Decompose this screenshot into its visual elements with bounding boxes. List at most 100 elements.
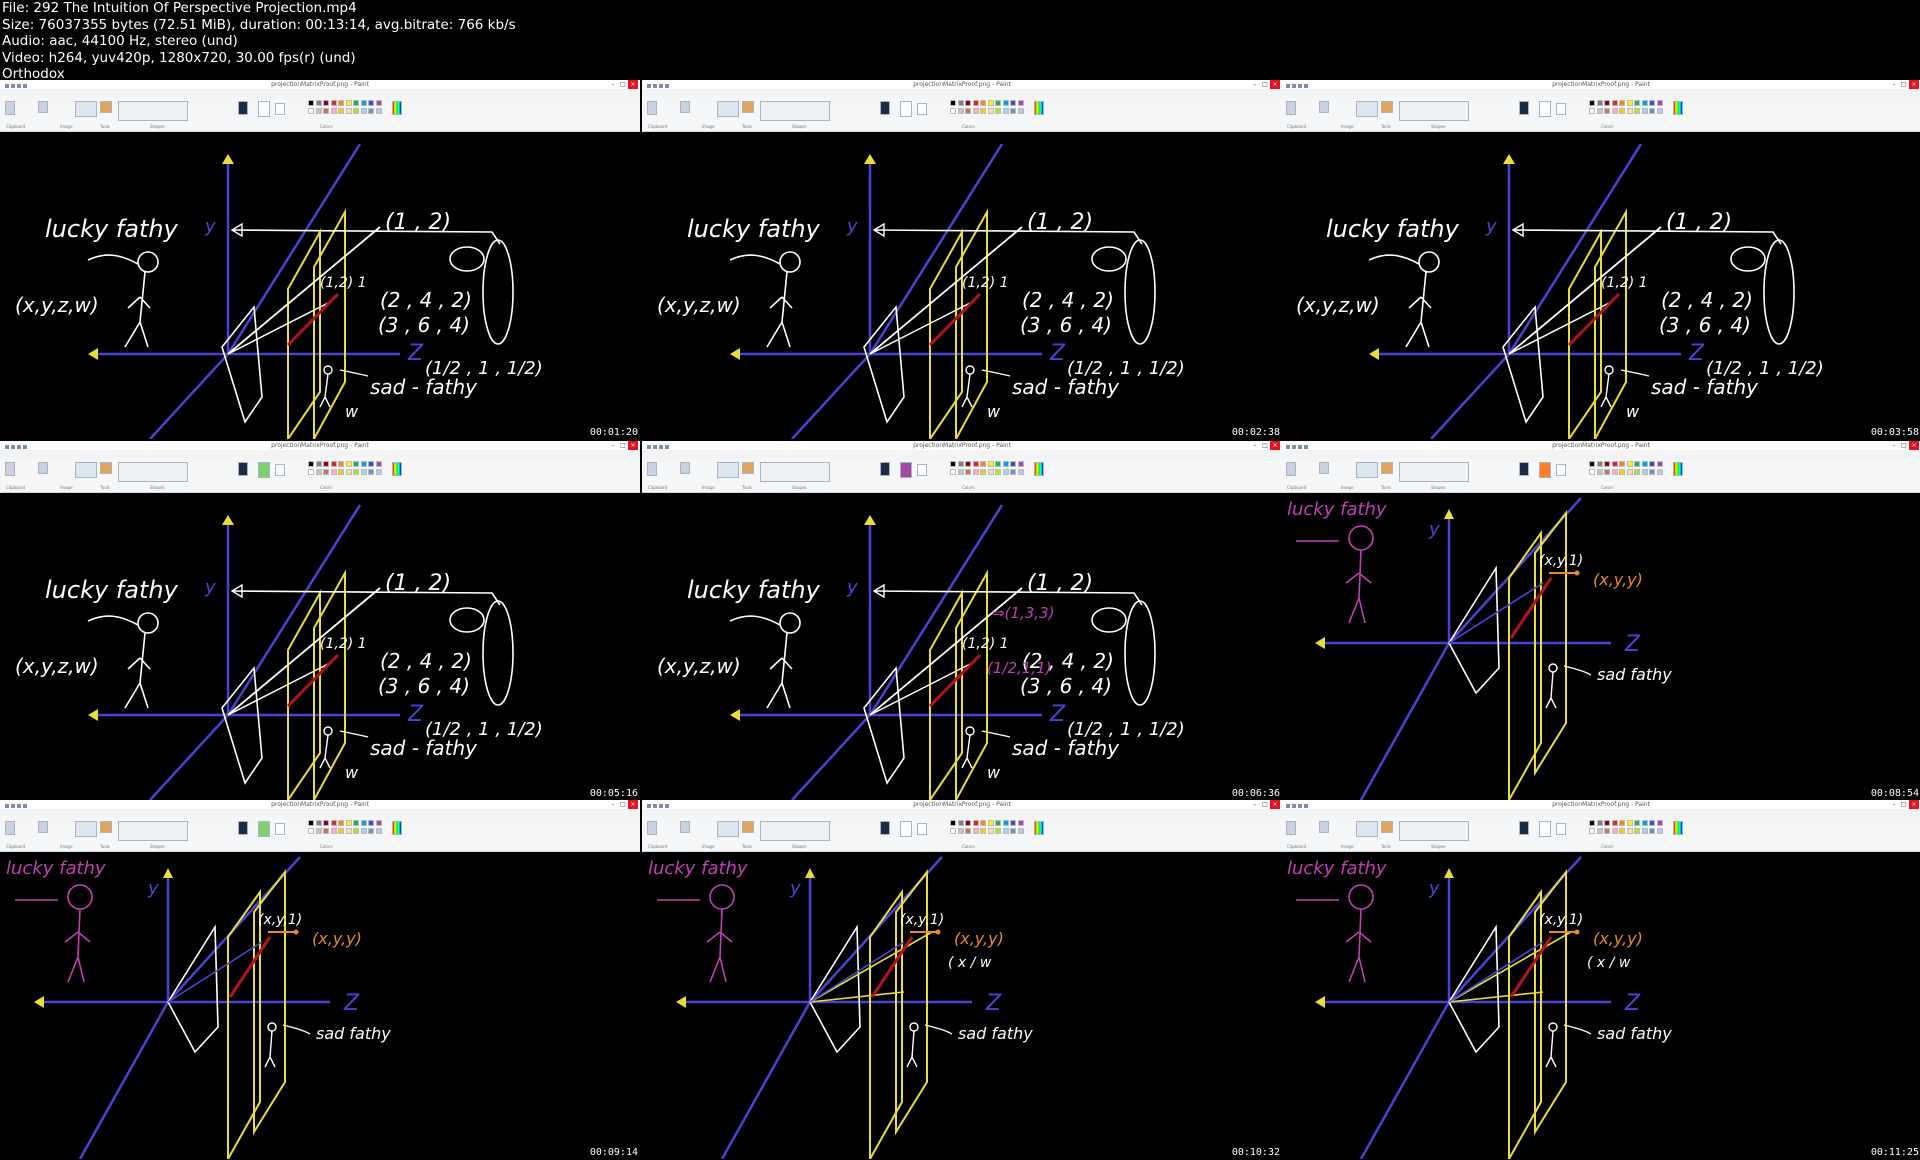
paste-button[interactable]: [5, 462, 15, 476]
edit-colors-button[interactable]: [1673, 821, 1683, 835]
palette-swatch[interactable]: [987, 827, 994, 834]
palette-swatch[interactable]: [1604, 107, 1610, 114]
palette-swatch[interactable]: [1611, 820, 1618, 826]
palette-swatch[interactable]: [1649, 100, 1655, 106]
palette-swatch[interactable]: [1589, 820, 1595, 826]
window-controls[interactable]: – □ ×: [1250, 441, 1280, 450]
palette-swatch[interactable]: [1634, 461, 1640, 467]
quick-access-toolbar[interactable]: [1283, 802, 1313, 808]
palette-swatch[interactable]: [1649, 827, 1655, 834]
palette-swatch[interactable]: [1589, 461, 1595, 467]
palette-swatch[interactable]: [345, 100, 352, 106]
palette-swatch[interactable]: [1611, 827, 1618, 834]
color1-button[interactable]: [900, 821, 912, 837]
window-controls[interactable]: – □ ×: [1250, 800, 1280, 809]
palette-swatch[interactable]: [1619, 468, 1625, 475]
palette-swatch[interactable]: [957, 107, 964, 114]
paint-canvas[interactable]: lucky fathy y Zw (x,y,z,w) (1 , 2) (1,2) 1 (2 …: [1281, 132, 1920, 439]
paste-button[interactable]: [647, 101, 657, 115]
palette-swatch[interactable]: [1611, 107, 1618, 114]
select-button[interactable]: [1319, 101, 1329, 113]
select-button[interactable]: [680, 462, 690, 474]
palette-swatch[interactable]: [1002, 827, 1009, 834]
palette-swatch[interactable]: [1611, 461, 1618, 467]
palette-swatch[interactable]: [957, 461, 964, 467]
palette-swatch[interactable]: [972, 461, 979, 467]
close-icon[interactable]: ×: [1270, 80, 1280, 89]
palette-swatch[interactable]: [323, 107, 329, 114]
palette-swatch[interactable]: [353, 820, 359, 826]
size-button[interactable]: [1519, 821, 1529, 835]
palette-swatch[interactable]: [308, 820, 314, 826]
palette-swatch[interactable]: [360, 461, 367, 467]
maximize-icon[interactable]: □: [618, 800, 628, 809]
size-button[interactable]: [238, 462, 248, 476]
palette-swatch[interactable]: [995, 100, 1001, 106]
palette-swatch[interactable]: [1604, 100, 1610, 106]
palette-swatch[interactable]: [987, 100, 994, 106]
color1-button[interactable]: [258, 462, 270, 478]
paint-canvas[interactable]: lucky fathy y Z (x,y,1) (x,y,y) sad fathy ( x …: [1281, 852, 1920, 1159]
palette-swatch[interactable]: [1010, 468, 1016, 475]
paste-button[interactable]: [647, 821, 657, 835]
palette-swatch[interactable]: [375, 461, 382, 467]
palette-swatch[interactable]: [965, 827, 971, 834]
minimize-icon[interactable]: –: [1250, 800, 1260, 809]
quick-access-toolbar[interactable]: [1283, 82, 1313, 88]
shapes-gallery[interactable]: [118, 101, 188, 121]
color1-button[interactable]: [1539, 101, 1551, 117]
palette-swatch[interactable]: [995, 461, 1001, 467]
palette-swatch[interactable]: [1626, 461, 1633, 467]
maximize-icon[interactable]: □: [1260, 441, 1270, 450]
close-icon[interactable]: ×: [1270, 800, 1280, 809]
paint-canvas[interactable]: lucky fathy y Z (x,y,1) (x,y,y) sad fathy ( x …: [642, 852, 1282, 1159]
tools-group[interactable]: [1356, 101, 1378, 117]
color1-button[interactable]: [258, 101, 270, 117]
color2-button[interactable]: [1556, 103, 1566, 115]
palette-swatch[interactable]: [360, 468, 367, 475]
palette-swatch[interactable]: [1589, 100, 1595, 106]
palette-swatch[interactable]: [980, 100, 986, 106]
palette-swatch[interactable]: [323, 820, 329, 826]
palette-swatch[interactable]: [315, 827, 322, 834]
close-icon[interactable]: ×: [1909, 80, 1919, 89]
palette-swatch[interactable]: [1002, 100, 1009, 106]
palette-swatch[interactable]: [972, 468, 979, 475]
palette-swatch[interactable]: [338, 107, 344, 114]
select-button[interactable]: [680, 101, 690, 113]
palette-swatch[interactable]: [1604, 461, 1610, 467]
palette-swatch[interactable]: [1641, 461, 1648, 467]
color2-button[interactable]: [1556, 823, 1566, 835]
palette-swatch[interactable]: [1656, 100, 1663, 106]
tools-group[interactable]: [717, 462, 739, 478]
size-button[interactable]: [1519, 462, 1529, 476]
palette-swatch[interactable]: [1634, 827, 1640, 834]
edit-colors-button[interactable]: [392, 462, 402, 476]
palette-swatch[interactable]: [1596, 468, 1603, 475]
palette-swatch[interactable]: [1656, 468, 1663, 475]
minimize-icon[interactable]: –: [608, 800, 618, 809]
paste-button[interactable]: [5, 821, 15, 835]
palette-swatch[interactable]: [323, 827, 329, 834]
maximize-icon[interactable]: □: [1899, 80, 1909, 89]
palette-swatch[interactable]: [338, 827, 344, 834]
quick-access-toolbar[interactable]: [644, 82, 674, 88]
palette-swatch[interactable]: [1010, 827, 1016, 834]
palette-swatch[interactable]: [345, 827, 352, 834]
palette-swatch[interactable]: [1017, 461, 1024, 467]
palette-swatch[interactable]: [1641, 827, 1648, 834]
select-button[interactable]: [38, 821, 48, 833]
palette-swatch[interactable]: [980, 468, 986, 475]
palette-swatch[interactable]: [1649, 820, 1655, 826]
palette-swatch[interactable]: [1596, 827, 1603, 834]
shapes-gallery[interactable]: [1399, 462, 1469, 482]
color1-button[interactable]: [258, 821, 270, 837]
palette-swatch[interactable]: [1656, 107, 1663, 114]
palette-swatch[interactable]: [965, 107, 971, 114]
color1-button[interactable]: [900, 101, 912, 117]
size-button[interactable]: [880, 462, 890, 476]
edit-colors-button[interactable]: [392, 101, 402, 115]
palette-swatch[interactable]: [995, 827, 1001, 834]
palette-swatch[interactable]: [345, 820, 352, 826]
palette-swatch[interactable]: [995, 468, 1001, 475]
